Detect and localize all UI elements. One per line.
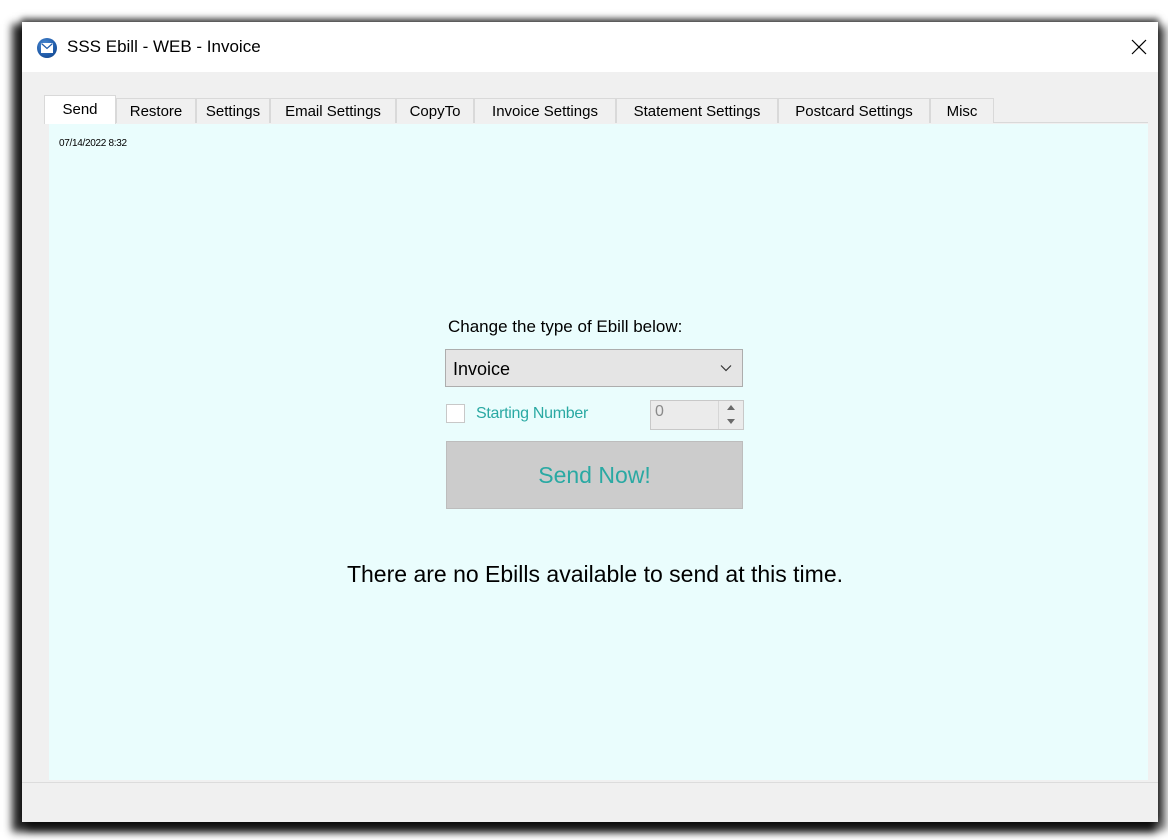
chevron-down-icon <box>720 365 732 372</box>
caret-down-icon <box>727 419 735 424</box>
send-tab-panel: 07/14/2022 8:32 Change the type of Ebill… <box>49 124 1148 780</box>
window-title: SSS Ebill - WEB - Invoice <box>67 37 261 56</box>
starting-number-label[interactable]: Starting Number <box>476 405 588 423</box>
starting-number-value: 0 <box>655 403 664 420</box>
tab-invoice-settings[interactable]: Invoice Settings <box>474 98 616 123</box>
tab-statement-settings[interactable]: Statement Settings <box>616 98 778 123</box>
starting-number-stepper[interactable]: 0 <box>650 400 744 430</box>
tab-copyto[interactable]: CopyTo <box>396 98 474 123</box>
app-envelope-icon <box>37 38 57 58</box>
ebill-type-selected-value: Invoice <box>453 359 511 379</box>
title-bar: SSS Ebill - WEB - Invoice <box>22 22 1158 72</box>
tab-settings[interactable]: Settings <box>196 98 270 123</box>
last-run-timestamp: 07/14/2022 8:32 <box>59 138 127 149</box>
tab-postcard-settings[interactable]: Postcard Settings <box>778 98 930 123</box>
stepper-down-button[interactable] <box>719 415 743 429</box>
tab-misc[interactable]: Misc <box>930 98 994 123</box>
tab-strip: Send Restore Settings Email Settings Cop… <box>44 95 1144 124</box>
tab-email-settings[interactable]: Email Settings <box>270 98 396 123</box>
stepper-up-button[interactable] <box>719 401 743 415</box>
ebill-type-dropdown[interactable]: Invoice <box>445 349 743 387</box>
caret-up-icon <box>727 405 735 410</box>
tab-send[interactable]: Send <box>44 95 116 124</box>
tab-restore[interactable]: Restore <box>116 98 196 123</box>
starting-number-checkbox[interactable] <box>446 404 465 423</box>
status-message: There are no Ebills available to send at… <box>346 561 844 587</box>
desktop-backdrop: SSS Ebill - WEB - Invoice Send Restore S… <box>0 0 1168 840</box>
ebill-type-prompt: Change the type of Ebill below: <box>448 317 683 336</box>
send-now-button[interactable]: Send Now! <box>446 441 743 509</box>
close-button[interactable] <box>1124 32 1154 62</box>
stepper-buttons <box>718 401 743 429</box>
app-window: SSS Ebill - WEB - Invoice Send Restore S… <box>22 22 1158 822</box>
status-bar <box>22 782 1158 822</box>
close-icon <box>1131 39 1147 55</box>
